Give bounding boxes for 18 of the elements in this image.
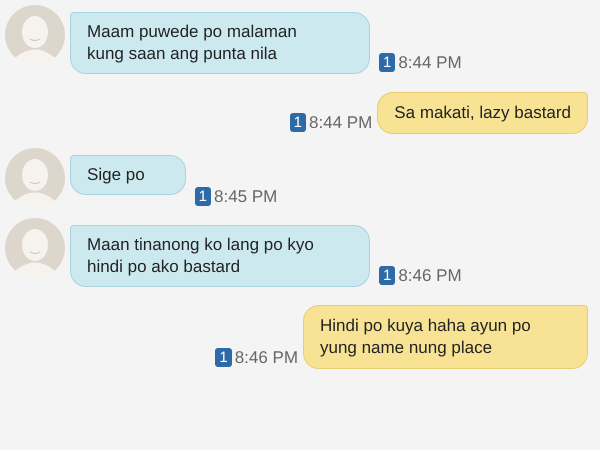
message-bubble: Sa makati, lazy bastard — [377, 92, 588, 134]
timestamp: 8:44 PM — [308, 112, 372, 133]
avatar-icon — [5, 218, 65, 278]
sim-badge: 1 — [194, 186, 212, 206]
message-bubble: Maam puwede po malaman kung saan ang punta nila — [70, 12, 370, 74]
timestamp: 8:44 PM — [398, 52, 462, 73]
sim-badge: 1 — [379, 266, 396, 285]
message-bubble: Maan tinanong ko lang po kyo hindi po ako bastard — [70, 225, 370, 287]
timestamp: 8:46 PM — [398, 264, 462, 286]
avatar-icon — [5, 148, 65, 208]
sim-badge: 1 — [379, 52, 396, 72]
avatar-icon — [5, 5, 65, 65]
timestamp: 8:46 PM — [234, 346, 298, 368]
timestamp: 8:45 PM — [214, 186, 278, 207]
message-bubble: Hindi po kuya haha ayun po yung name nung place — [303, 305, 588, 369]
message-bubble: Sige po — [70, 155, 186, 195]
sim-badge: 1 — [290, 112, 306, 132]
sim-badge: 1 — [215, 348, 232, 367]
